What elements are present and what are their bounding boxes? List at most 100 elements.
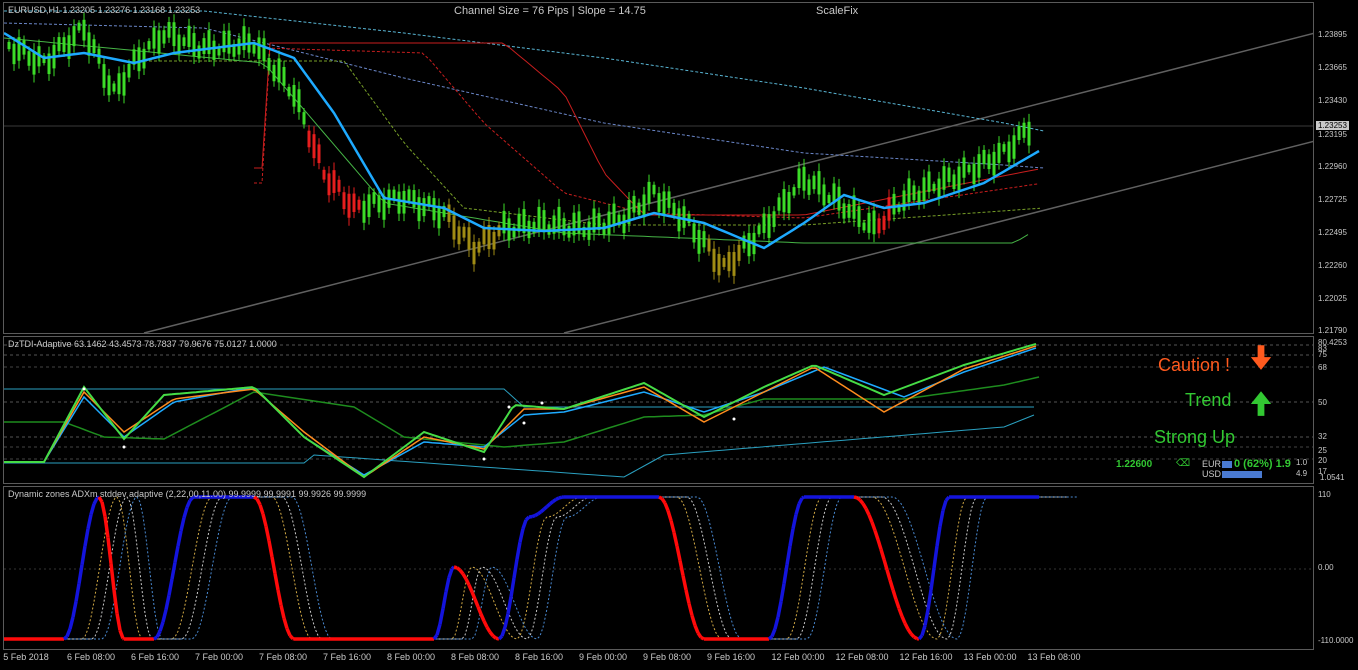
price-chart-pane[interactable]: EURUSD,H1 1.23205 1.23276 1.23168 1.2325…	[3, 2, 1314, 334]
candle-body	[172, 22, 176, 47]
signal-trend-label: Trend	[1185, 390, 1232, 410]
adx-axis[interactable]: 110 0.00 -110.0000	[1314, 486, 1358, 650]
adx-main-segment	[512, 558, 519, 579]
candle-body	[262, 38, 266, 62]
price-tick: 1.22960	[1318, 162, 1347, 171]
adx-main-segment	[473, 598, 480, 608]
time-tick: 9 Feb 00:00	[578, 652, 628, 662]
adx-main-segment	[155, 630, 162, 638]
adx-main-segment	[873, 529, 880, 541]
adx-main-segment	[68, 616, 75, 630]
candle-body	[892, 193, 896, 215]
tdi-tick: 68	[1318, 363, 1327, 372]
adx-main-segment	[929, 567, 936, 591]
adx-main-segment	[524, 515, 531, 522]
candle-body	[57, 37, 61, 52]
candle-body	[27, 51, 31, 66]
adx-main-segment	[531, 513, 536, 519]
scalefix-label: ScaleFix	[816, 5, 859, 17]
adx-main-segment	[672, 532, 679, 547]
adx-main-segment	[906, 628, 913, 635]
tdi-dot	[507, 405, 511, 409]
candle-body	[997, 142, 1001, 163]
adx-main-segment	[109, 563, 116, 591]
adx-main-segment	[536, 510, 543, 516]
tdi-axis[interactable]: 80.4253 83 75 68 50 32 25 20 17 1.0541	[1314, 336, 1358, 484]
adx-main-segment	[858, 498, 865, 505]
adx-main-segment	[444, 577, 451, 593]
time-tick: 6 Feb 08:00	[66, 652, 116, 662]
candle-body	[887, 197, 891, 221]
candle-body	[657, 193, 661, 212]
adx-main-segment	[681, 575, 688, 591]
adx-main-segment	[467, 584, 474, 593]
candle-body	[967, 164, 971, 173]
adx-main-segment	[185, 499, 192, 509]
adx-main-segment	[279, 604, 286, 619]
candle-body	[907, 178, 911, 203]
time-tick: 12 Feb 08:00	[835, 652, 889, 662]
candle-body	[537, 206, 541, 230]
candle-body	[937, 178, 941, 199]
candle-body	[277, 58, 281, 83]
time-tick: 12 Feb 00:00	[771, 652, 825, 662]
tdi-dot	[522, 421, 526, 425]
adx-main-segment	[158, 621, 165, 632]
price-axis[interactable]: 1.23895 1.23665 1.23430 1.23253 1.23195 …	[1314, 2, 1358, 335]
adx-main-segment	[170, 562, 177, 580]
candle-body	[662, 191, 666, 216]
candle-body	[817, 171, 821, 195]
candle-body	[1007, 141, 1011, 163]
time-axis[interactable]: 5 Feb 2018 6 Feb 08:00 6 Feb 16:00 7 Feb…	[0, 650, 1358, 670]
adx-main-segment	[941, 499, 948, 512]
adx-main-segment	[855, 496, 862, 502]
adx-main-segment	[479, 613, 486, 622]
adx-main-segment	[696, 631, 703, 639]
candle-body	[412, 190, 416, 208]
adx-main-segment	[926, 589, 933, 610]
candle-body	[717, 253, 721, 276]
candle-body	[982, 149, 986, 165]
adx-main-segment	[65, 628, 72, 638]
candle-body	[722, 257, 726, 267]
candle-body	[252, 44, 256, 54]
price-tick: 1.22725	[1318, 195, 1347, 204]
adx-main-segment	[770, 628, 777, 638]
symbol-title: EURUSD,H1 1.23205 1.23276 1.23168 1.2325…	[8, 5, 200, 15]
candle-body	[1027, 121, 1031, 146]
tdi-title: DzTDI-Adaptive 63.1462 43.4573 78.7837 7…	[8, 339, 277, 349]
adx-main-segment	[441, 591, 448, 609]
candle-body	[437, 205, 441, 229]
adx-indicator-pane[interactable]: Dynamic zones ADXm stddev adaptive (2,22…	[3, 486, 1314, 650]
adx-main-segment	[788, 528, 795, 547]
tdi-band-upper	[4, 388, 1034, 408]
adx-main-segment	[461, 572, 468, 580]
adx-main-segment	[900, 615, 907, 625]
adx-main-segment	[690, 615, 697, 626]
adx-main-segment	[122, 636, 125, 641]
candle-body	[467, 227, 471, 250]
adx-main-segment	[700, 635, 705, 641]
tdi-signal-line	[4, 345, 1037, 478]
adx-main-segment	[876, 539, 883, 550]
adx-main-segment	[801, 495, 805, 500]
signal-caution: Caution !	[1158, 355, 1230, 376]
signal-strong-up-label: Strong Up	[1154, 427, 1236, 447]
candle-body	[62, 37, 66, 53]
candle-body	[692, 223, 696, 243]
adx-main-segment	[167, 578, 174, 596]
adx-title: Dynamic zones ADXm stddev adaptive (2,22…	[8, 489, 367, 499]
adx-main-segment	[882, 558, 889, 571]
tdi-indicator-pane[interactable]: DzTDI-Adaptive 63.1462 43.4573 78.7837 7…	[3, 336, 1314, 484]
price-tick: 1.23665	[1318, 63, 1347, 72]
channel-upper-line	[143, 32, 1313, 333]
time-tick: 7 Feb 16:00	[322, 652, 372, 662]
adx-main-segment	[861, 502, 868, 510]
candle-body	[567, 225, 571, 238]
candle-body	[682, 206, 686, 228]
adx-main-segment	[164, 594, 171, 611]
candle-body	[147, 41, 151, 50]
candle-body	[257, 37, 261, 59]
candle-body	[947, 167, 951, 182]
candle-body	[212, 40, 216, 60]
